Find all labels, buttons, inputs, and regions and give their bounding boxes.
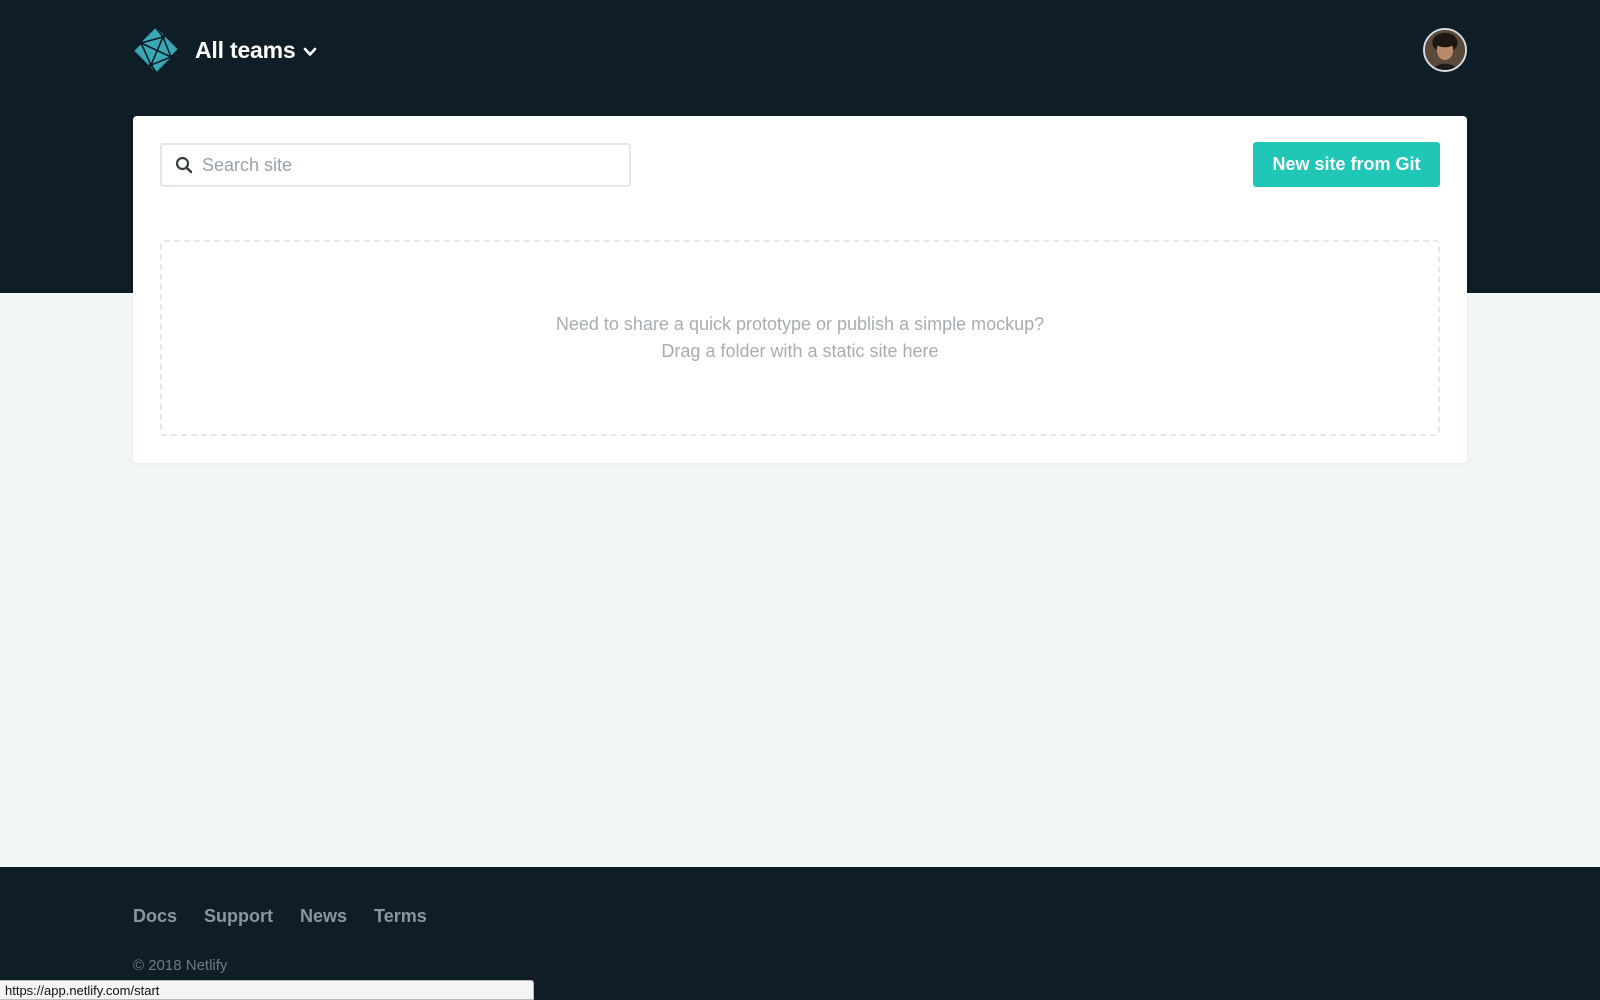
sites-card: New site from Git Need to share a quick … (133, 116, 1467, 463)
footer-link-docs[interactable]: Docs (133, 906, 177, 927)
dropzone-text-line2: Drag a folder with a static site here (661, 341, 939, 361)
copyright-text: © 2018 Netlify (133, 957, 228, 974)
dropzone-text-line1: Need to share a quick prototype or publi… (555, 314, 1045, 334)
search-box[interactable] (160, 143, 631, 187)
footer-link-support[interactable]: Support (204, 906, 273, 927)
search-icon (175, 156, 193, 174)
new-site-from-git-button[interactable]: New site from Git (1253, 142, 1440, 187)
netlify-logo-icon[interactable] (133, 27, 179, 73)
top-header: All teams (133, 27, 1467, 73)
team-switcher[interactable]: All teams (133, 27, 317, 73)
footer-link-terms[interactable]: Terms (374, 906, 427, 927)
team-label[interactable]: All teams (195, 37, 296, 64)
search-input[interactable] (202, 147, 622, 183)
site-dropzone[interactable]: Need to share a quick prototype or publi… (160, 240, 1440, 436)
footer-link-news[interactable]: News (300, 906, 347, 927)
chevron-down-icon[interactable] (303, 45, 317, 59)
user-avatar-icon[interactable] (1423, 28, 1467, 72)
browser-status-bar: https://app.netlify.com/start (0, 980, 534, 1000)
footer-nav: Docs Support News Terms (133, 906, 454, 927)
